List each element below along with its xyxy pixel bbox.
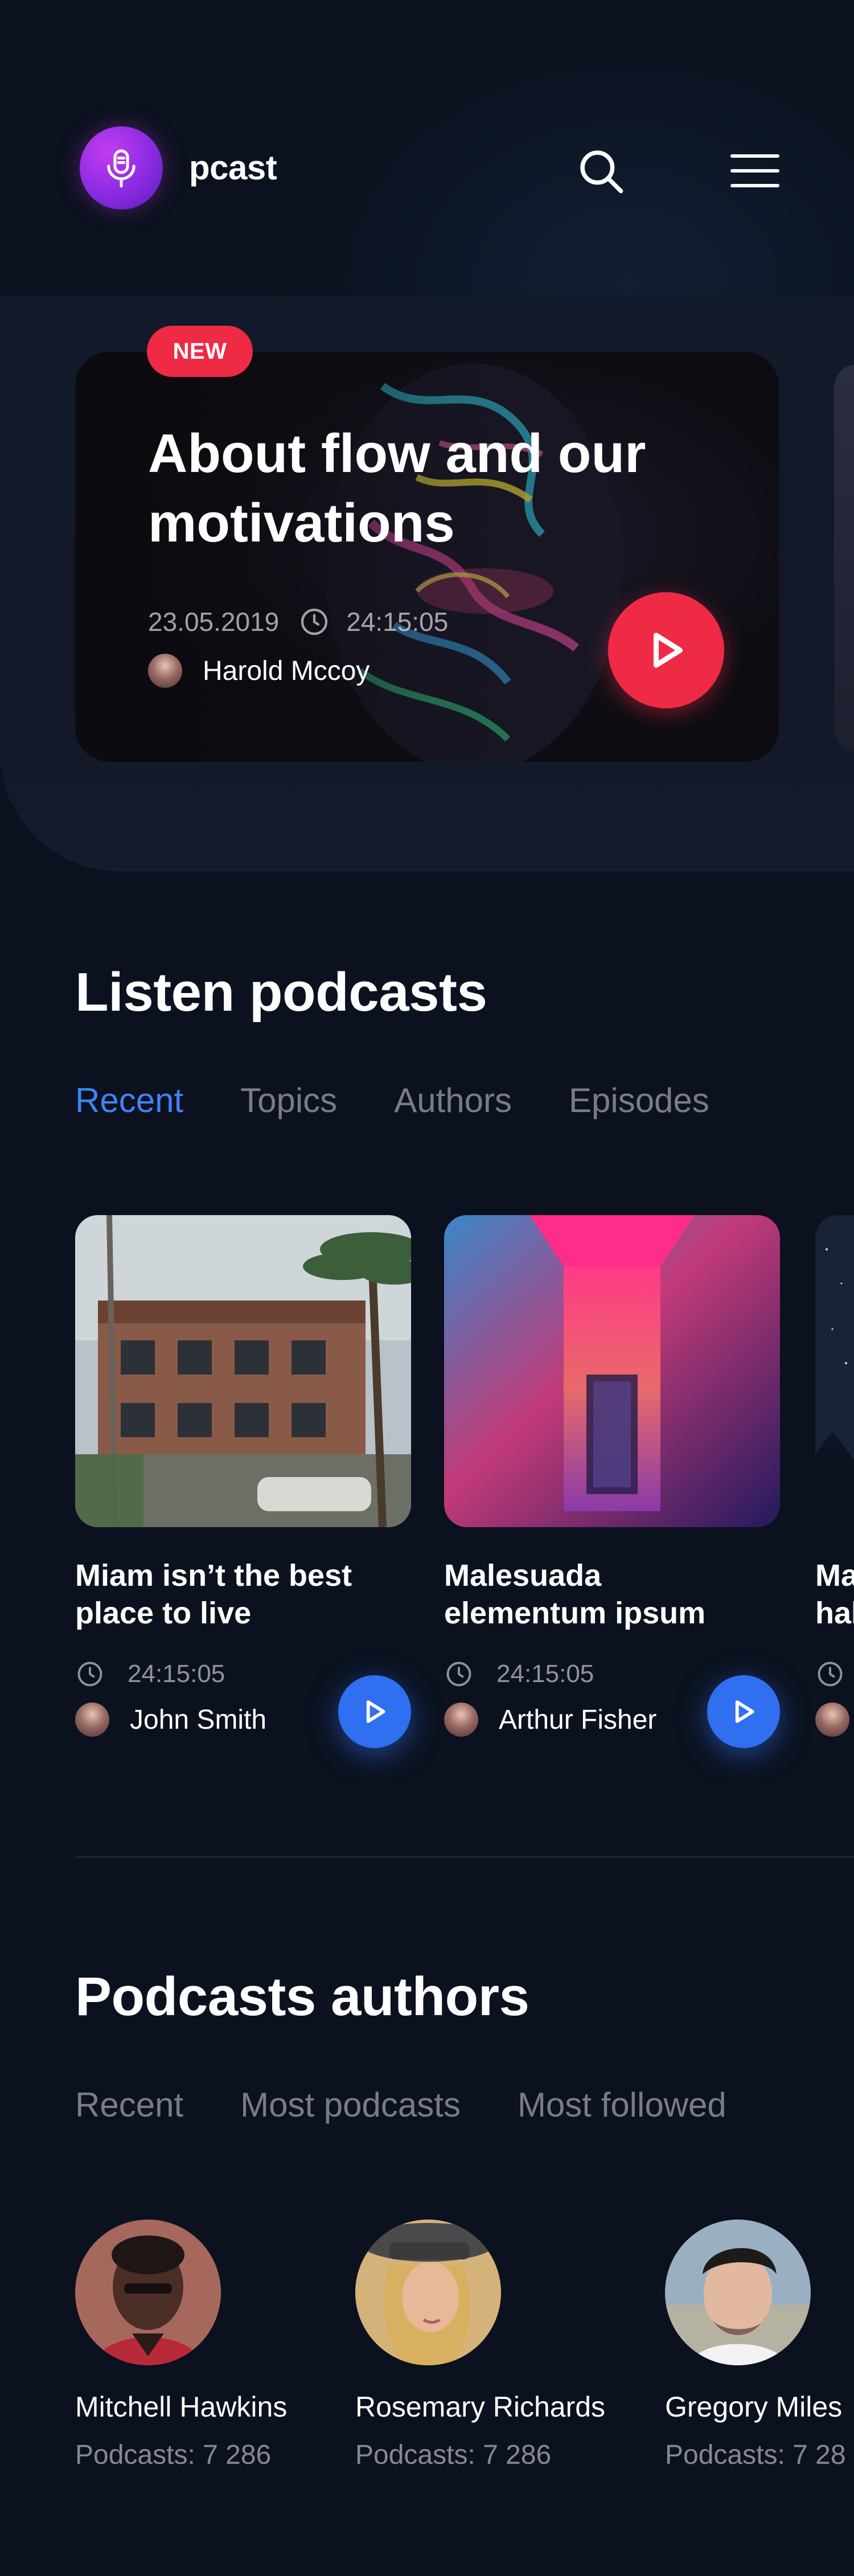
featured-episode-meta: 23.05.2019 24:15:05 — [148, 606, 448, 638]
podcast-card[interactable]: Miam isn’t the best place to live 24:15:… — [75, 1215, 411, 1748]
podcast-cover — [815, 1215, 854, 1527]
featured-play-button[interactable] — [608, 592, 724, 708]
search-icon — [580, 150, 623, 194]
menu-button[interactable] — [729, 148, 780, 194]
podcast-title[interactable]: Malesuada elementum ipsum — [444, 1557, 763, 1632]
featured-episode-title[interactable]: About flow and our motivations — [148, 419, 660, 558]
author-podcast-count: Podcasts: 7 286 — [355, 2440, 552, 2470]
podcast-duration — [815, 1659, 854, 1689]
author-card[interactable]: Gregory Miles Podcasts: 7 28 — [665, 2220, 854, 2481]
author-card[interactable]: Mitchell Hawkins Podcasts: 7 286 — [75, 2220, 371, 2470]
authors-tabs: Recent Most podcasts Most followed — [75, 2085, 783, 2124]
listen-tabs: Recent Topics Authors Episodes — [75, 1081, 766, 1120]
avatar — [815, 1703, 849, 1737]
listen-podcasts-title: Listen podcasts — [75, 962, 487, 1023]
podcast-title[interactable]: Ma hal — [815, 1557, 854, 1632]
tab-most-followed[interactable]: Most followed — [518, 2085, 726, 2124]
clock-icon — [301, 608, 328, 635]
featured-episode-author[interactable]: Harold Mccoy — [148, 654, 369, 688]
tab-authors[interactable]: Authors — [394, 1081, 512, 1120]
microphone-icon — [107, 149, 136, 188]
play-icon — [653, 633, 683, 668]
podcast-duration: 24:15:05 — [75, 1659, 225, 1689]
hamburger-menu-icon — [730, 154, 779, 187]
podcast-author[interactable] — [815, 1703, 854, 1737]
tab-recent[interactable]: Recent — [75, 2085, 183, 2124]
avatar — [665, 2220, 811, 2365]
podcast-cover — [444, 1215, 780, 1527]
podcast-card[interactable]: Ma hal — [815, 1215, 854, 1750]
app-logo[interactable] — [80, 126, 163, 210]
author-card[interactable]: Rosemary Richards Podcasts: 7 286 — [355, 2220, 651, 2470]
podcast-author[interactable]: John Smith — [75, 1703, 266, 1737]
avatar — [75, 1703, 109, 1737]
author-podcast-count: Podcasts: 7 286 — [75, 2440, 272, 2470]
podcast-title[interactable]: Miam isn’t the best place to live — [75, 1557, 394, 1632]
podcast-author[interactable]: Arthur Fisher — [444, 1703, 656, 1737]
podcast-duration: 24:15:05 — [444, 1659, 594, 1689]
new-badge: NEW — [147, 326, 253, 377]
play-button[interactable] — [338, 1675, 411, 1748]
podcast-authors-title: Podcasts authors — [75, 1966, 529, 2027]
play-icon — [366, 1700, 385, 1723]
avatar — [355, 2220, 501, 2365]
tab-episodes[interactable]: Episodes — [569, 1081, 709, 1120]
featured-episode-duration: 24:15:05 — [346, 607, 449, 637]
tab-most-podcasts[interactable]: Most podcasts — [240, 2085, 461, 2124]
next-hero-card[interactable] — [834, 364, 854, 752]
featured-episode-date: 23.05.2019 — [148, 607, 280, 637]
author-name: Gregory Miles — [665, 2391, 843, 2423]
tab-recent[interactable]: Recent — [75, 1081, 183, 1120]
avatar — [148, 654, 182, 688]
play-button[interactable] — [707, 1675, 780, 1748]
avatar — [444, 1703, 478, 1737]
author-name: Harold Mccoy — [203, 655, 370, 686]
author-podcast-count: Podcasts: 7 28 — [665, 2440, 846, 2470]
author-name: Mitchell Hawkins — [75, 2391, 288, 2423]
tab-topics[interactable]: Topics — [240, 1081, 337, 1120]
search-button[interactable] — [575, 145, 626, 196]
podcast-card[interactable]: Malesuada elementum ipsum 24:15:05 Arthu… — [444, 1215, 780, 1748]
play-icon — [735, 1700, 754, 1723]
avatar — [75, 2220, 221, 2365]
section-divider — [75, 1856, 854, 1858]
podcast-cover — [75, 1215, 411, 1527]
clock-icon — [818, 1662, 843, 1687]
author-name: Rosemary Richards — [355, 2391, 606, 2423]
clock-icon — [77, 1662, 102, 1687]
brand-name: pcast — [189, 149, 277, 187]
clock-icon — [446, 1662, 471, 1687]
